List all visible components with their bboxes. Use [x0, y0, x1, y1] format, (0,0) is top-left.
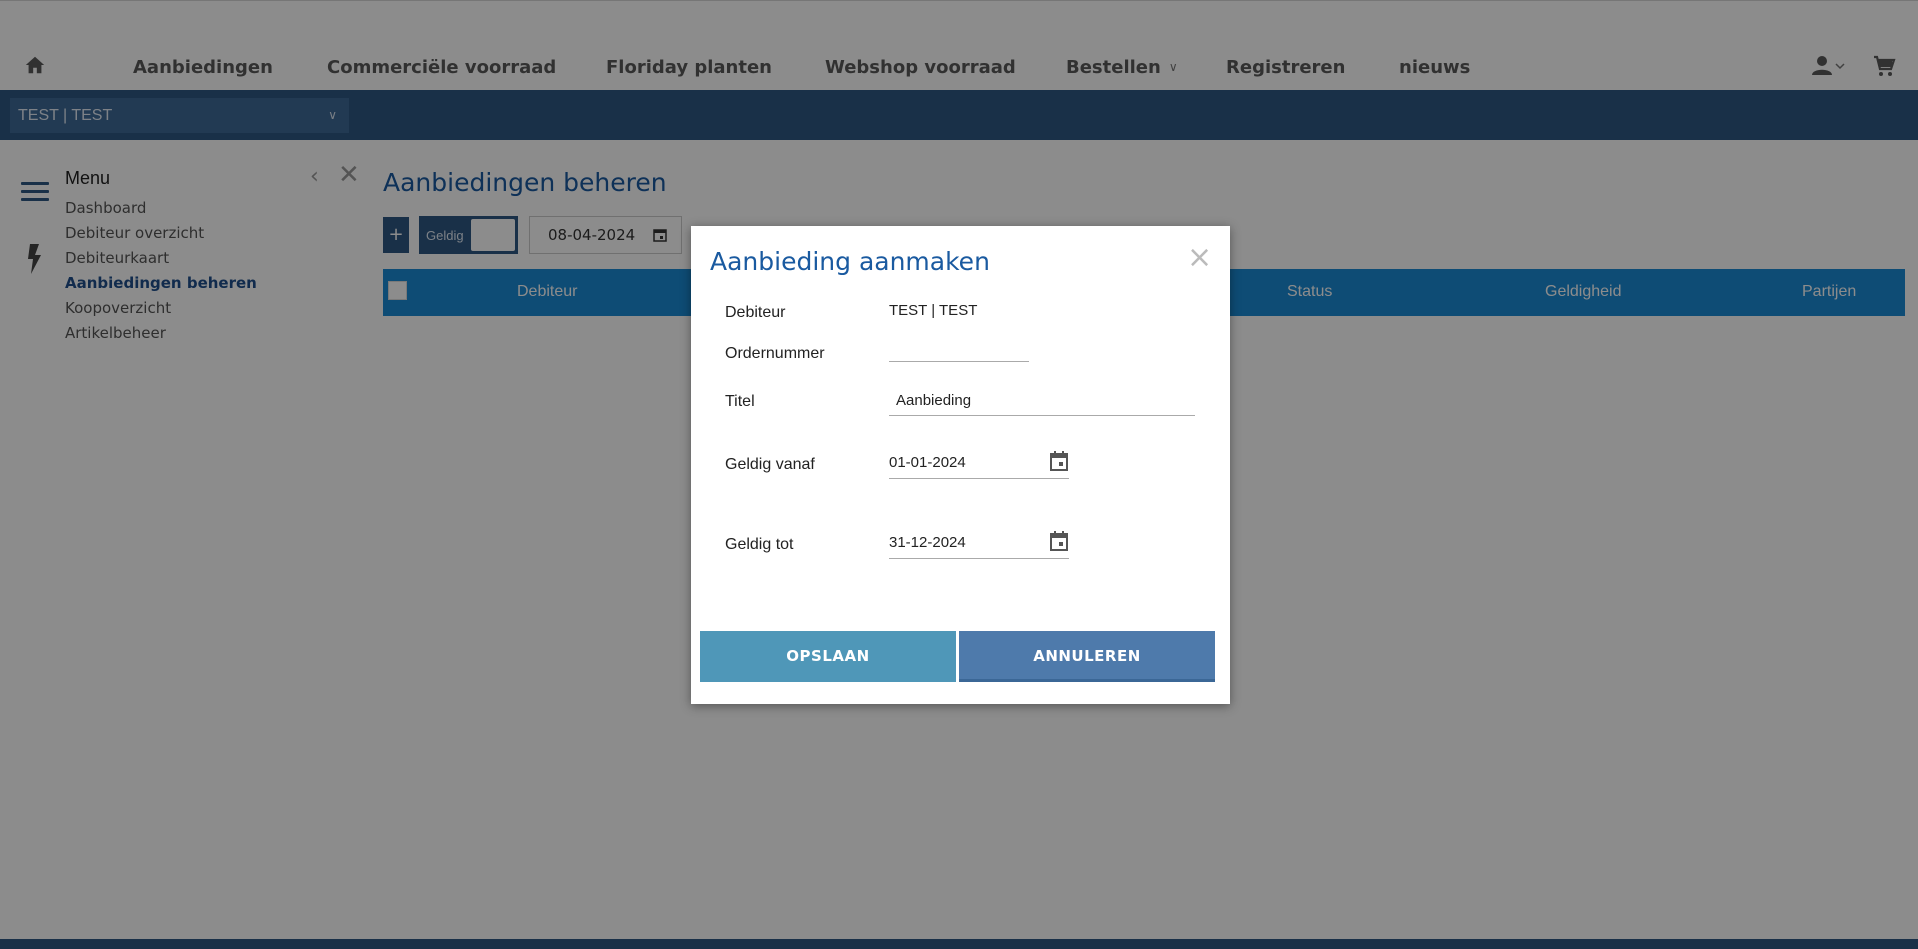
titel-value: Aanbieding: [896, 392, 972, 409]
calendar-icon[interactable]: [1049, 450, 1069, 472]
save-button[interactable]: OPSLAAN: [700, 631, 956, 682]
dialog-title: Aanbieding aanmaken: [710, 247, 990, 276]
label-ordernummer: Ordernummer: [725, 345, 825, 362]
geldig-vanaf-value: 01-01-2024: [889, 454, 966, 471]
titel-input[interactable]: Aanbieding: [889, 392, 1195, 416]
geldig-vanaf-input[interactable]: 01-01-2024: [889, 451, 1069, 479]
label-debiteur: Debiteur: [725, 304, 786, 321]
calendar-icon[interactable]: [1049, 530, 1069, 552]
label-geldig-tot: Geldig tot: [725, 536, 794, 553]
value-debiteur: TEST | TEST: [889, 302, 978, 319]
ordernummer-input[interactable]: [889, 340, 1029, 362]
label-geldig-vanaf: Geldig vanaf: [725, 456, 815, 473]
label-titel: Titel: [725, 393, 755, 410]
geldig-tot-value: 31-12-2024: [889, 534, 966, 551]
close-icon[interactable]: ×: [1187, 240, 1212, 275]
create-offer-dialog: Aanbieding aanmaken × Debiteur TEST | TE…: [691, 226, 1230, 704]
geldig-tot-input[interactable]: 31-12-2024: [889, 531, 1069, 559]
cancel-button[interactable]: ANNULEREN: [959, 631, 1215, 682]
